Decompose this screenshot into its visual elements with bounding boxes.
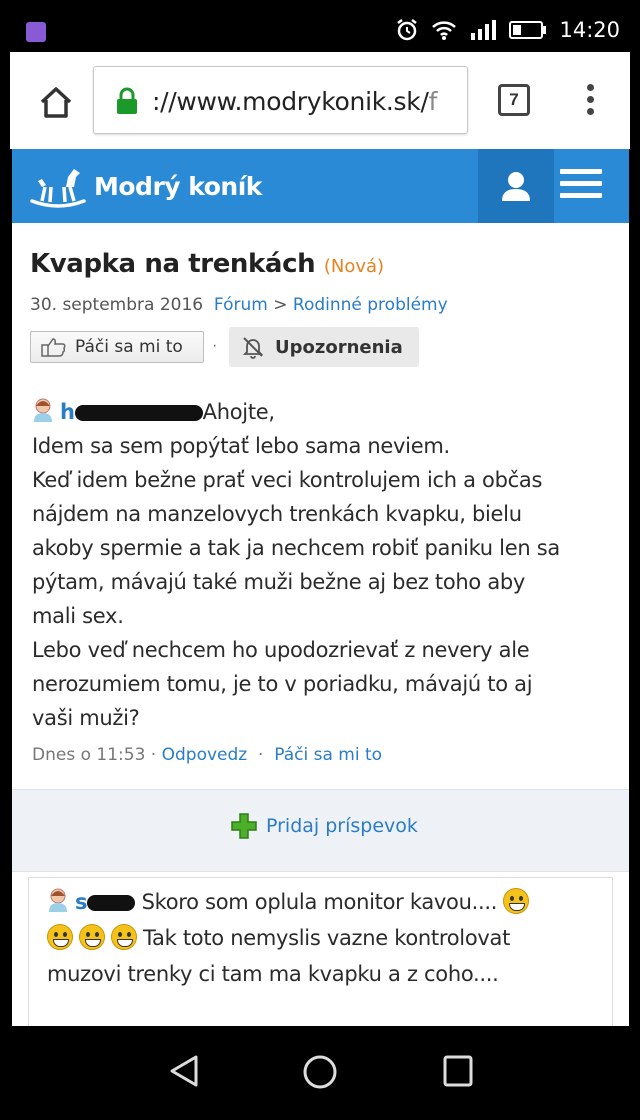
smiley-icon [111,924,137,950]
status-time: 14:20 [559,18,620,42]
hamburger-icon[interactable] [560,169,602,203]
rocking-horse-logo-icon [30,169,86,208]
tabs-icon[interactable]: 7 [498,84,530,116]
back-icon[interactable] [168,1054,200,1088]
original-post: h Ahojte, Idem sa sem popýtať lebo sama n… [32,395,612,735]
new-badge: (Nová) [323,256,385,277]
notifications-label: Upozornenia [275,336,403,358]
reply-text-2: Tak toto nemyslis vazne kontrolovat [143,926,510,950]
smiley-icon [47,924,73,950]
site-logo[interactable]: Modrý koník [28,163,262,209]
breadcrumb-separator: > [273,295,288,315]
reply-text-3: muzovi trenky ci tam ma kvapku a z coho.… [47,962,499,986]
reply-body: s Skoro som oplula monitor kavou.... Tak… [47,884,602,992]
smiley-icon [503,888,530,914]
bell-off-icon [242,337,264,359]
post-line: akoby spermie a tak ja nechcem robiť pan… [32,536,560,560]
post-line: Ahojte, [202,400,275,424]
url-tail: f [428,87,438,116]
redacted-name [87,895,136,911]
post-line: mali sex. [32,604,124,628]
separator-dot: · [212,337,218,354]
battery-icon [509,21,547,39]
reply-post: s Skoro som oplula monitor kavou.... Tak… [28,877,613,1026]
home-icon[interactable] [36,82,76,122]
thumbs-up-icon [41,338,66,357]
recent-apps-icon[interactable] [442,1054,474,1088]
reply-line: s Skoro som oplula monitor kavou.... [47,884,602,920]
site-name: Modrý koník [94,171,262,201]
wifi-icon [432,21,457,40]
notifications-button[interactable]: Upozornenia [229,327,419,367]
user-button[interactable] [478,149,554,223]
add-post-bar: Pridaj príspevok [12,789,629,872]
post-time: Dnes o 11:53 [32,745,146,765]
post-author[interactable]: h [60,400,75,424]
url-text: ://www.modrykonik.sk/f [152,87,437,116]
post-line: h Ahojte, [32,395,612,429]
reply-line: Tak toto nemyslis vazne kontrolovat [47,920,602,956]
like-thread-label: Páči sa mi to [75,337,183,357]
post-line: nerozumiem tomu, je to v poriadku, mávaj… [32,672,533,696]
signal-icon [471,20,497,40]
overflow-menu-icon[interactable] [580,82,600,122]
plus-icon [231,813,257,839]
user-icon [502,172,530,201]
thread-title-text: Kvapka na trenkách [30,249,316,279]
url-bar[interactable]: ://www.modrykonik.sk/f [93,66,468,134]
add-post-button[interactable]: Pridaj príspevok [230,812,418,840]
lock-icon [117,87,137,114]
like-post-link[interactable]: Páči sa mi to [274,745,382,765]
browser-toolbar: ://www.modrykonik.sk/f 7 [10,52,630,149]
app-notification-icon [26,22,46,42]
post-line: Idem sa sem popýtať lebo sama neviem. [32,434,450,458]
avatar-icon [34,398,52,422]
thread-meta: 30. septembra 2016 Fórum > Rodinné probl… [30,295,448,315]
post-line: vaši muži? [32,706,140,730]
post-footer: Dnes o 11:53 · Odpovedz · Páči sa mi to [32,745,382,765]
post-line: Lebo veď nechcem ho upodozrievať z never… [32,638,530,662]
url-main: ://www.modrykonik.sk/ [152,87,429,116]
post-line: Keď idem bežne prať veci kontrolujem ich… [32,468,543,492]
post-line: pýtam, mávajú také muži bežne aj bez toh… [32,570,526,594]
smiley-icon [79,924,105,950]
site-header: Modrý koník [12,149,629,223]
thread-title: Kvapka na trenkách (Nová) [30,249,384,279]
footer-dot: · [150,745,157,765]
page-content: Kvapka na trenkách (Nová) 30. septembra … [12,223,629,1026]
breadcrumb-category[interactable]: Rodinné problémy [293,295,448,315]
reply-link[interactable]: Odpovedz [162,745,248,765]
redacted-name [74,405,203,421]
home-circle-icon[interactable] [302,1054,338,1090]
breadcrumb-forum[interactable]: Fórum [214,295,268,315]
avatar-icon [49,888,67,912]
add-post-label: Pridaj príspevok [266,815,418,837]
like-thread-button[interactable]: Páči sa mi to [30,331,204,363]
status-bar: 14:20 [0,0,640,60]
reply-author[interactable]: s [75,890,88,914]
footer-dot: · [258,745,264,765]
alarm-icon [397,19,418,41]
reply-text-1: Skoro som oplula monitor kavou.... [141,890,498,914]
navigation-bar [0,1026,640,1120]
thread-date: 30. septembra 2016 [30,295,204,315]
post-line: nájdem na manzelovych trenkách kvapku, b… [32,502,522,526]
